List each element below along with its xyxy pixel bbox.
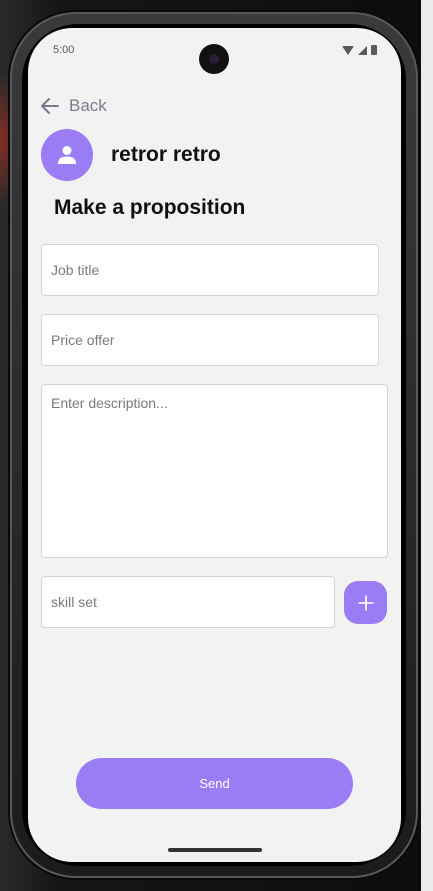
app-screen: 5:00 Back retror retro Make a propositio…	[28, 28, 401, 862]
user-name: retror retro	[111, 143, 221, 166]
home-indicator[interactable]	[168, 848, 262, 852]
add-skill-button[interactable]	[344, 581, 387, 624]
job-title-input[interactable]	[41, 244, 379, 296]
skill-set-input[interactable]	[41, 576, 335, 628]
user-icon	[58, 146, 76, 164]
front-camera	[199, 44, 229, 74]
back-button[interactable]: Back	[41, 96, 107, 116]
status-icons	[342, 45, 377, 55]
back-label: Back	[69, 96, 107, 115]
plus-icon	[357, 594, 374, 611]
send-button[interactable]: Send	[76, 758, 353, 809]
status-time: 5:00	[53, 44, 75, 56]
arrow-left-icon	[41, 98, 59, 114]
status-bar: 5:00	[28, 28, 401, 74]
avatar	[41, 129, 93, 181]
signal-icon	[358, 45, 367, 55]
price-offer-input[interactable]	[41, 314, 379, 366]
page-title: Make a proposition	[54, 196, 246, 219]
backdrop-strip	[421, 0, 433, 891]
wifi-icon	[342, 45, 354, 55]
battery-icon	[371, 45, 377, 55]
description-textarea[interactable]	[41, 384, 388, 558]
